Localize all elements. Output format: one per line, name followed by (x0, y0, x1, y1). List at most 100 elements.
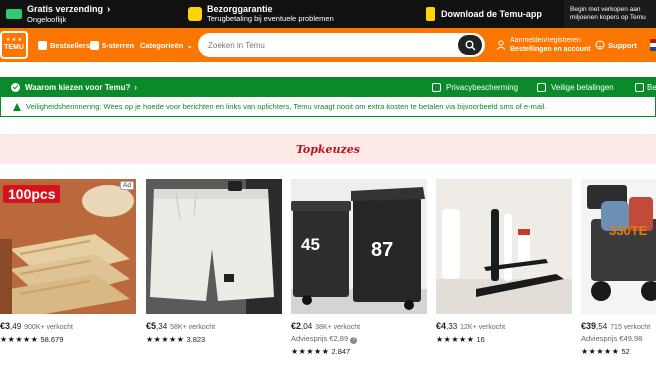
star-rating-icon: ★★★★★ (291, 347, 330, 356)
nav-categories[interactable]: Categorieën ⌄ (140, 28, 193, 62)
netherlands-flag-icon[interactable] (650, 39, 656, 51)
product-card[interactable]: 100pcs Ad €3,49 900K+ verkocht ★★★★★ 58.6… (0, 179, 136, 369)
star-rating-icon: ★★★★★ (581, 347, 620, 356)
categories-label: Categorieën (140, 40, 184, 50)
section-title-banner: Topkeuzes (0, 134, 656, 164)
product-image-shorts[interactable] (146, 179, 282, 314)
star-rating-icon: ★★★★★ (436, 335, 475, 344)
shipping-subtitle: Ongelooflijk (27, 14, 67, 24)
review-count: 58.679 (40, 335, 64, 344)
trust-banner: Waarom kiezen voor Temu? › Privacybesche… (0, 77, 656, 97)
five-star-label: 5-sterren (102, 40, 135, 50)
product-price: €3,49 900K+ verkocht (0, 321, 73, 331)
search-input[interactable]: Zoeken in Temu (208, 41, 265, 50)
support-link[interactable]: Support (595, 28, 637, 62)
product-price: €5,34 58K+ verkocht (146, 321, 215, 331)
download-app-promo[interactable]: Download de Temu-app (426, 0, 542, 28)
truck-icon (635, 82, 644, 92)
privacy-link[interactable]: Privacybescherming (432, 77, 518, 97)
chevron-right-icon: › (107, 3, 111, 15)
user-icon (496, 40, 506, 50)
product-price: €4,33 12K+ verkocht (436, 321, 505, 331)
star-rating-icon: ★★★★★ (146, 335, 185, 344)
sold-count: 12K+ verkocht (460, 324, 506, 331)
price-euros: €39 (581, 321, 597, 331)
linen-shorts-image (146, 179, 282, 314)
product-price: €39,54 715 verkocht (581, 321, 650, 331)
account-menu[interactable]: Aanmelden/registreren Bestellingen en ac… (496, 28, 591, 62)
shipping-title: Gratis verzending (27, 3, 104, 14)
search-icon (465, 40, 475, 50)
sold-count: 715 verkocht (610, 324, 651, 331)
search-bar[interactable]: Zoeken in Temu (198, 33, 485, 57)
temu-logo[interactable]: ★ ★ ★ TEMU (0, 31, 28, 59)
download-app-label: Download de Temu-app (441, 9, 542, 19)
free-shipping-promo[interactable]: Gratis verzending › Ongelooflijk (6, 0, 110, 28)
sold-count: 58K+ verkocht (170, 324, 216, 331)
price-cents: ,54 (596, 322, 608, 331)
warning-icon (13, 102, 21, 111)
why-temu-label: Waarom kiezen voor Temu? (25, 82, 131, 92)
product-rating: ★★★★★ 3.823 (146, 335, 205, 344)
card-icon (537, 82, 546, 92)
phone-icon (426, 7, 435, 21)
privacy-label: Privacybescherming (446, 82, 519, 92)
secure-payments-link[interactable]: Veilige betalingen (537, 77, 614, 97)
promo-bar: Gratis verzending › Ongelooflijk Bezorgga… (0, 0, 656, 28)
product-rating: ★★★★★ 2.847 (291, 347, 350, 356)
security-warning: Veiligheidsherinnering: Wees op je hoede… (0, 97, 656, 117)
bin-number-left: 45 (301, 235, 320, 254)
why-temu-link[interactable]: Waarom kiezen voor Temu? › (11, 77, 137, 97)
product-image-wagon[interactable]: 330TE (581, 179, 656, 314)
info-icon[interactable]: ? (350, 337, 358, 344)
price-cents: ,49 (10, 322, 22, 331)
price-cents: ,33 (446, 322, 458, 331)
toothbrush-holder-image (436, 179, 572, 314)
review-count: 52 (621, 347, 630, 356)
trust-item-cut[interactable]: Be (635, 77, 656, 97)
start-selling-link[interactable]: Begin met verkopen aan miljoenen kopers … (564, 0, 656, 28)
product-image-bin-stickers[interactable]: 45 87 (291, 179, 427, 314)
check-circle-icon (11, 82, 20, 92)
price-euros: €4 (436, 321, 447, 331)
chevron-down-icon: ⌄ (186, 40, 194, 50)
star-badge-icon (90, 40, 99, 50)
seller-line-1: Begin met verkopen aan (570, 6, 641, 13)
delivery-guarantee-promo[interactable]: Bezorggarantie Terugbetaling bij eventue… (188, 0, 334, 28)
bin-number-right: 87 (371, 239, 394, 261)
folding-wagon-image (581, 179, 656, 314)
guarantee-subtitle: Terugbetaling bij eventuele problemen (207, 14, 334, 23)
star-rating-icon: ★★★★★ (0, 335, 39, 344)
advice-price: Adviesprijs €49,98 (581, 334, 642, 343)
review-count: 3.823 (186, 335, 206, 344)
ad-tag: Ad (120, 181, 134, 190)
nav-bestsellers[interactable]: Bestsellers (38, 28, 90, 62)
sold-count: 900K+ verkocht (24, 324, 73, 331)
payments-label: Veilige betalingen (551, 82, 614, 92)
product-rating: ★★★★★ 16 (436, 335, 485, 344)
product-rating: ★★★★★ 58.679 (0, 335, 63, 344)
guarantee-icon (188, 7, 202, 21)
smile-icon (595, 40, 605, 50)
product-overlay-text: 330TE (609, 223, 648, 238)
product-card[interactable]: 45 87 €2,04 38K+ verkocht Adviesprijs €2,… (291, 179, 427, 369)
warning-text: Veiligheidsherinnering: Wees op je hoede… (26, 102, 547, 111)
section-title: Topkeuzes (295, 142, 360, 156)
product-image-air-fryer-liners[interactable]: 100pcs Ad (0, 179, 136, 314)
guarantee-title: Bezorggarantie (207, 4, 273, 14)
chevron-right-icon: › (134, 82, 138, 92)
support-label: Support (608, 40, 637, 50)
product-card[interactable]: €4,33 12K+ verkocht ★★★★★ 16 (436, 179, 572, 369)
product-card[interactable]: 330TE €39,54 715 verkocht Adviesprijs €49… (581, 179, 656, 369)
account-line-1: Aanmelden/registreren (510, 37, 581, 44)
product-price: €2,04 38K+ verkocht (291, 321, 360, 331)
product-card[interactable]: €5,34 58K+ verkocht ★★★★★ 3.823 (146, 179, 282, 369)
quantity-badge: 100pcs (3, 185, 61, 203)
truck-icon (6, 9, 22, 19)
product-image-toothbrush-holder[interactable] (436, 179, 572, 314)
product-rating: ★★★★★ 52 (581, 347, 630, 356)
account-line-2: Bestellingen en account (510, 46, 591, 53)
search-button[interactable] (458, 35, 482, 55)
advice-price: Adviesprijs €2,89 ? (291, 334, 358, 344)
nav-five-star[interactable]: 5-sterren (90, 28, 134, 62)
